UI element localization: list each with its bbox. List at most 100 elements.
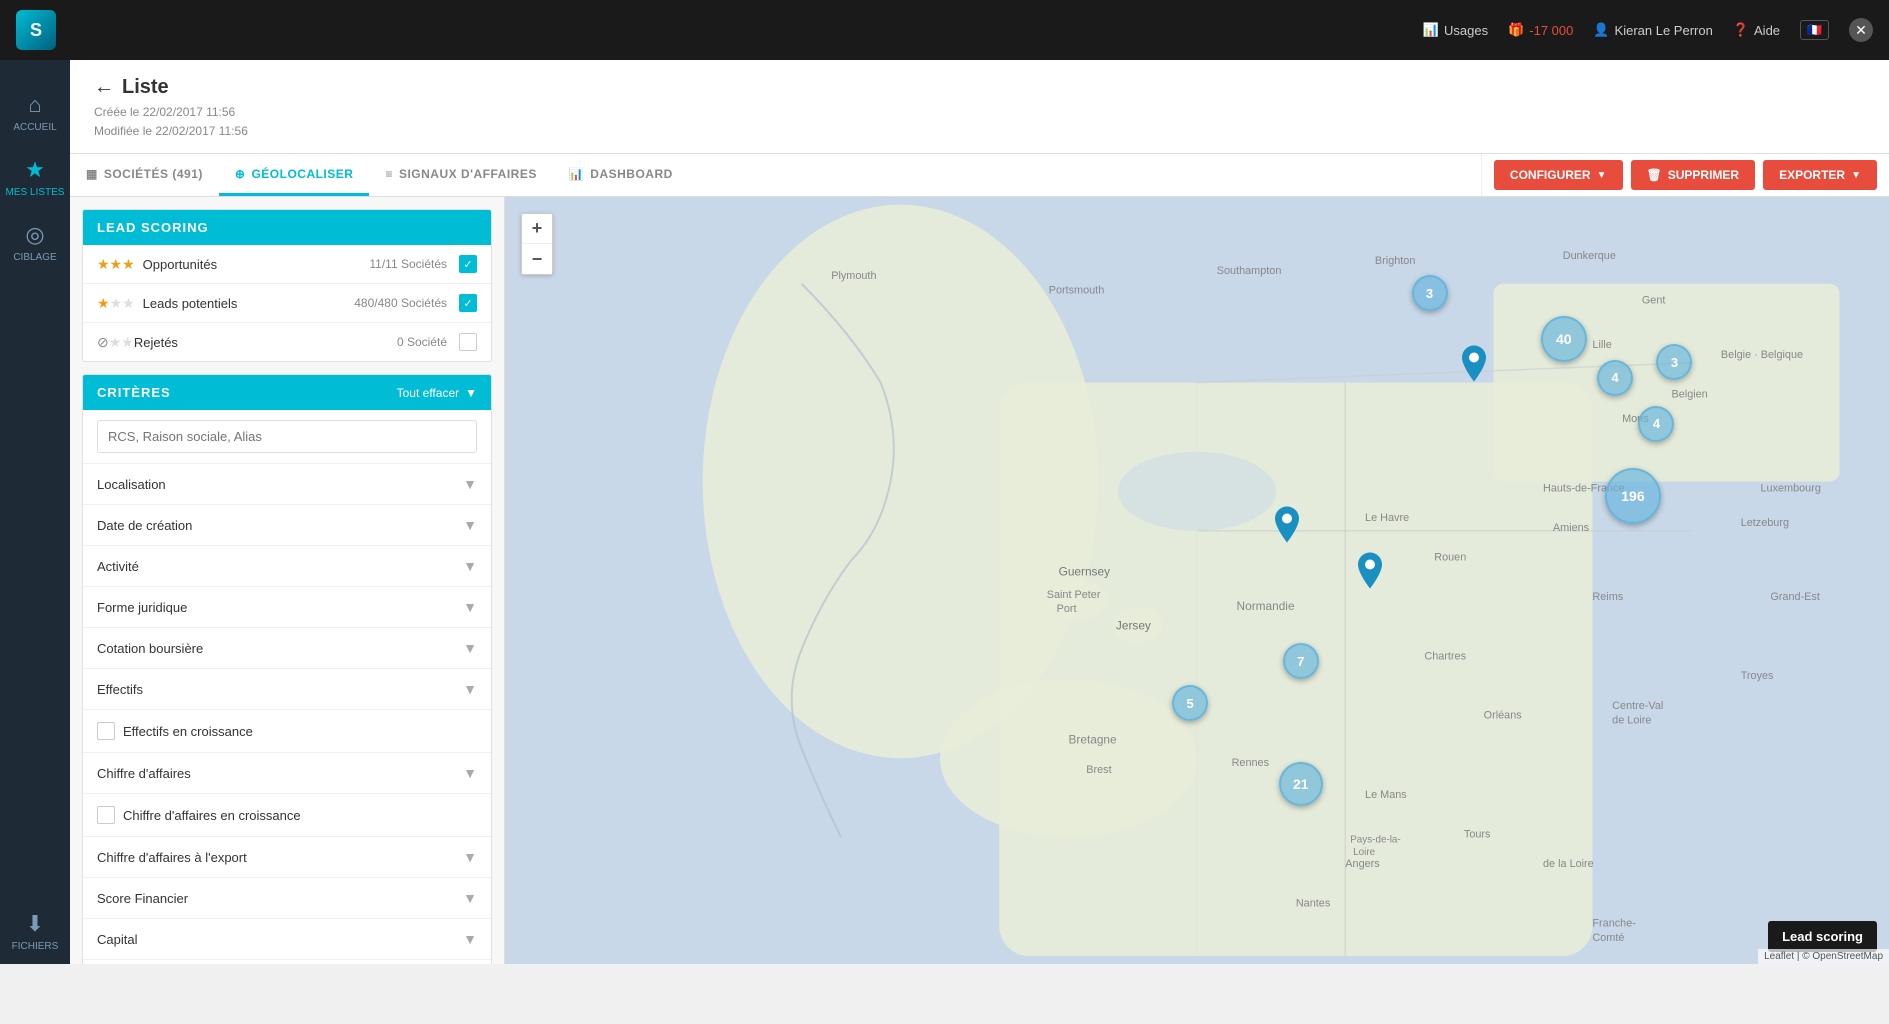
top-nav-right: 📊 Usages 🎁 -17 000 👤 Kieran Le Perron ❓ … bbox=[1423, 18, 1873, 42]
page-title: Liste bbox=[122, 76, 169, 99]
stars-leads: ★★★ bbox=[97, 295, 135, 312]
export-button[interactable]: EXPORTER ▼ bbox=[1763, 160, 1877, 190]
created-date: Créée le 22/02/2017 11:56 bbox=[94, 103, 1865, 122]
zoom-in-button[interactable]: + bbox=[522, 214, 552, 244]
criteria-search-input[interactable] bbox=[97, 420, 477, 453]
dashboard-icon: 📊 bbox=[569, 167, 584, 181]
svg-text:Troyes: Troyes bbox=[1741, 671, 1774, 683]
target-icon: ◎ bbox=[25, 222, 44, 248]
cluster-3[interactable]: 3 bbox=[1412, 275, 1448, 311]
back-link[interactable]: ← Liste bbox=[94, 76, 1865, 99]
criteria-section: CRITÈRES Tout effacer ▼ Localisation ▼ D… bbox=[82, 374, 492, 964]
criteria-item-effectifs-croissance[interactable]: Effectifs en croissance bbox=[83, 710, 491, 753]
tab-geolocaliser[interactable]: ⊕ GÉOLOCALISER bbox=[219, 154, 370, 196]
app-logo[interactable]: S bbox=[16, 10, 56, 50]
svg-text:Port: Port bbox=[1057, 603, 1077, 615]
svg-text:Angers: Angers bbox=[1345, 858, 1380, 870]
criteria-label-localisation: Localisation bbox=[97, 477, 463, 492]
sidebar-item-ciblage[interactable]: ◎ CIBLAGE bbox=[0, 210, 70, 275]
user-nav-item[interactable]: 👤 Kieran Le Perron bbox=[1593, 22, 1712, 38]
sidebar-item-accueil[interactable]: ⌂ ACCUEIL bbox=[0, 80, 70, 145]
criteria-item-activite[interactable]: Activité ▼ bbox=[83, 546, 491, 587]
top-navigation: S 📊 Usages 🎁 -17 000 👤 Kieran Le Perron … bbox=[0, 0, 1889, 60]
sidebar-label-ciblage: CIBLAGE bbox=[13, 252, 56, 263]
criteria-label-capital: Capital bbox=[97, 932, 463, 947]
header-actions: CONFIGURER ▼ 🗑 SUPPRIMER EXPORTER ▼ bbox=[1481, 154, 1889, 196]
ban-icon: ⊘★★ bbox=[97, 334, 134, 351]
criteria-item-date-creation[interactable]: Date de création ▼ bbox=[83, 505, 491, 546]
criteria-item-capital[interactable]: Capital ▼ bbox=[83, 919, 491, 960]
svg-text:Pays-de-la-: Pays-de-la- bbox=[1350, 835, 1401, 846]
credit-nav-item[interactable]: 🎁 -17 000 bbox=[1508, 22, 1573, 38]
svg-text:Portsmouth: Portsmouth bbox=[1049, 285, 1105, 297]
content-area: LEAD SCORING ★★★ Opportunités 11/11 Soci… bbox=[70, 197, 1889, 964]
tab-societes[interactable]: ▦ SOCIÉTÉS (491) bbox=[70, 154, 219, 196]
cluster-21[interactable]: 21 bbox=[1279, 762, 1323, 806]
map-container[interactable]: Plymouth Portsmouth Southampton Brighton… bbox=[505, 197, 1889, 964]
scoring-checkbox-leads[interactable]: ✓ bbox=[459, 294, 477, 312]
svg-text:Saint Peter: Saint Peter bbox=[1047, 589, 1101, 601]
page-header: ← Liste Créée le 22/02/2017 11:56 Modifi… bbox=[70, 60, 1889, 154]
export-chevron-icon: ▼ bbox=[1851, 170, 1861, 181]
download-icon: ⬇ bbox=[26, 911, 44, 937]
criteria-label-activite: Activité bbox=[97, 559, 463, 574]
chiffre-affaires-croissance-checkbox[interactable] bbox=[97, 806, 115, 824]
svg-text:Plymouth: Plymouth bbox=[831, 270, 876, 282]
svg-text:de la Loire: de la Loire bbox=[1543, 858, 1594, 870]
criteria-item-chiffre-affaires-croissance[interactable]: Chiffre d'affaires en croissance bbox=[83, 794, 491, 837]
cluster-40[interactable]: 40 bbox=[1541, 316, 1587, 362]
criteria-arrow-activite: ▼ bbox=[463, 558, 477, 574]
criteria-item-score-financier[interactable]: Score Financier ▼ bbox=[83, 878, 491, 919]
scoring-row-leads: ★★★ Leads potentiels 480/480 Sociétés ✓ bbox=[83, 284, 491, 323]
cluster-3b[interactable]: 3 bbox=[1656, 344, 1692, 380]
criteria-item-chiffre-affaires-export[interactable]: Chiffre d'affaires à l'export ▼ bbox=[83, 837, 491, 878]
sidebar-item-mes-listes[interactable]: ★ MES LISTES bbox=[0, 145, 70, 210]
cluster-196[interactable]: 196 bbox=[1605, 468, 1661, 524]
criteria-item-cotation-boursiere[interactable]: Cotation boursière ▼ bbox=[83, 628, 491, 669]
criteria-arrow-localisation: ▼ bbox=[463, 476, 477, 492]
pin-marker-lille[interactable] bbox=[1462, 346, 1486, 387]
scoring-checkbox-opportunites[interactable]: ✓ bbox=[459, 255, 477, 273]
criteria-arrow-effectifs: ▼ bbox=[463, 681, 477, 697]
delete-button[interactable]: 🗑 SUPPRIMER bbox=[1631, 160, 1756, 190]
criteria-item-localisation[interactable]: Localisation ▼ bbox=[83, 464, 491, 505]
zoom-out-button[interactable]: − bbox=[522, 244, 552, 274]
pin-marker-normandy[interactable] bbox=[1358, 553, 1382, 594]
criteria-arrow-cotation-boursiere: ▼ bbox=[463, 640, 477, 656]
criteria-arrow-chiffre-affaires: ▼ bbox=[463, 765, 477, 781]
configure-button[interactable]: CONFIGURER ▼ bbox=[1494, 160, 1623, 190]
cluster-4a[interactable]: 4 bbox=[1597, 360, 1633, 396]
sidebar-item-fichiers[interactable]: ⬇ FICHIERS bbox=[0, 899, 70, 964]
criteria-arrow-date-creation: ▼ bbox=[463, 517, 477, 533]
cluster-4b[interactable]: 4 bbox=[1638, 406, 1674, 442]
criteria-label-effectifs-croissance: Effectifs en croissance bbox=[123, 724, 477, 739]
svg-text:Rouen: Rouen bbox=[1434, 552, 1466, 564]
svg-text:Rennes: Rennes bbox=[1232, 758, 1270, 770]
criteria-arrow-score-financier: ▼ bbox=[463, 890, 477, 906]
language-flag-button[interactable]: 🇫🇷 bbox=[1800, 20, 1829, 40]
svg-text:Jersey: Jersey bbox=[1116, 619, 1151, 633]
home-icon: ⌂ bbox=[28, 92, 41, 118]
map-background: Plymouth Portsmouth Southampton Brighton… bbox=[505, 197, 1889, 964]
left-sidebar: ⌂ ACCUEIL ★ MES LISTES ◎ CIBLAGE ⬇ FICHI… bbox=[0, 60, 70, 964]
criteria-item-chiffre-affaires[interactable]: Chiffre d'affaires ▼ bbox=[83, 753, 491, 794]
svg-text:de Loire: de Loire bbox=[1612, 715, 1651, 727]
criteria-item-fonds-roulement[interactable]: Fonds de roulement ▼ bbox=[83, 960, 491, 964]
criteria-item-effectifs[interactable]: Effectifs ▼ bbox=[83, 669, 491, 710]
tab-signaux[interactable]: ≡ SIGNAUX D'AFFAIRES bbox=[369, 154, 552, 196]
usages-nav-item[interactable]: 📊 Usages bbox=[1423, 22, 1488, 38]
svg-text:Reims: Reims bbox=[1592, 591, 1623, 603]
criteria-item-forme-juridique[interactable]: Forme juridique ▼ bbox=[83, 587, 491, 628]
scoring-row-rejetes: ⊘★★ Rejetés 0 Société bbox=[83, 323, 491, 361]
close-button[interactable]: ✕ bbox=[1849, 18, 1873, 42]
scoring-checkbox-rejetes[interactable] bbox=[459, 333, 477, 351]
effectifs-croissance-checkbox[interactable] bbox=[97, 722, 115, 740]
cluster-7[interactable]: 7 bbox=[1283, 643, 1319, 679]
svg-text:Centre-Val: Centre-Val bbox=[1612, 700, 1663, 712]
help-nav-item[interactable]: ❓ Aide bbox=[1733, 22, 1780, 38]
pin-marker-channel[interactable] bbox=[1275, 507, 1299, 548]
criteria-clear-button[interactable]: Tout effacer ▼ bbox=[397, 386, 477, 400]
tab-dashboard[interactable]: 📊 DASHBOARD bbox=[553, 154, 689, 196]
criteria-label-forme-juridique: Forme juridique bbox=[97, 600, 463, 615]
cluster-5[interactable]: 5 bbox=[1172, 685, 1208, 721]
